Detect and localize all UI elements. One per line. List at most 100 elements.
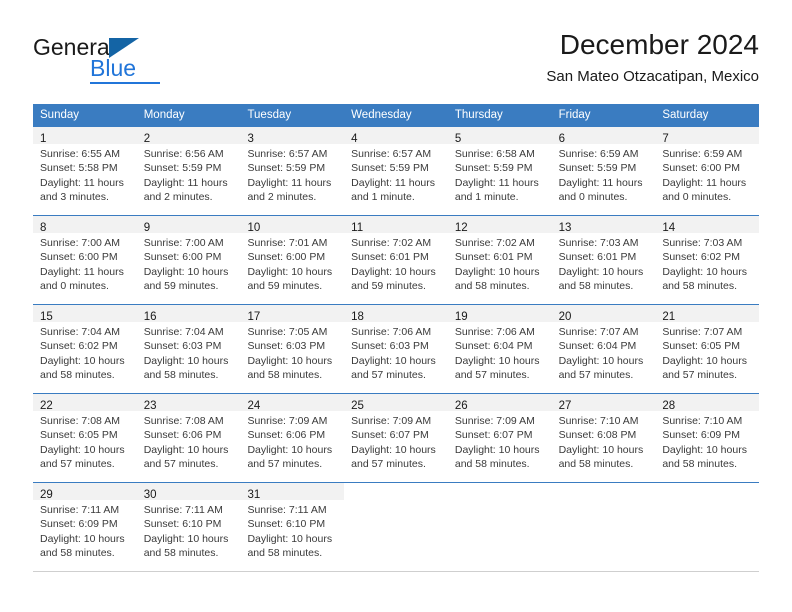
daylight-text-line1: Daylight: 11 hours xyxy=(40,265,124,278)
day-details: Sunrise: 7:09 AM Sunset: 6:07 PM Dayligh… xyxy=(448,411,552,471)
day-details: Sunrise: 7:04 AM Sunset: 6:03 PM Dayligh… xyxy=(137,322,241,382)
day-cell[interactable]: 12 Sunrise: 7:02 AM Sunset: 6:01 PM Dayl… xyxy=(447,216,552,304)
day-cell[interactable]: 6 Sunrise: 6:59 AM Sunset: 5:59 PM Dayli… xyxy=(551,127,656,215)
day-number: 5 xyxy=(454,133,462,145)
day-cell[interactable]: 10 Sunrise: 7:01 AM Sunset: 6:00 PM Dayl… xyxy=(240,216,345,304)
day-number-band: 17 xyxy=(240,305,345,323)
sunset-text: Sunset: 6:10 PM xyxy=(143,518,222,531)
day-number-band: 13 xyxy=(551,216,656,234)
day-number-band: 24 xyxy=(240,394,345,412)
day-number: 18 xyxy=(351,311,364,323)
day-cell[interactable]: 13 Sunrise: 7:03 AM Sunset: 6:01 PM Dayl… xyxy=(551,216,656,304)
day-number: 31 xyxy=(247,489,261,501)
day-number: 7 xyxy=(662,133,669,145)
day-cell[interactable]: 25 Sunrise: 7:09 AM Sunset: 6:07 PM Dayl… xyxy=(344,394,448,482)
daylight-text-line2: and 59 minutes. xyxy=(143,279,219,292)
daylight-text-line2: and 58 minutes. xyxy=(558,457,634,470)
general-blue-logo[interactable]: General Blue xyxy=(33,34,253,92)
day-number: 8 xyxy=(40,222,47,234)
day-number-band: 20 xyxy=(551,305,656,323)
daylight-text-line2: and 59 minutes. xyxy=(247,279,323,292)
sunset-text: Sunset: 6:08 PM xyxy=(558,429,637,442)
day-cell[interactable]: 9 Sunrise: 7:00 AM Sunset: 6:00 PM Dayli… xyxy=(136,216,241,304)
day-cell[interactable]: 17 Sunrise: 7:05 AM Sunset: 6:03 PM Dayl… xyxy=(240,305,345,393)
day-cell[interactable]: 27 Sunrise: 7:10 AM Sunset: 6:08 PM Dayl… xyxy=(551,394,656,482)
day-cell[interactable]: 14 Sunrise: 7:03 AM Sunset: 6:02 PM Dayl… xyxy=(655,216,760,304)
day-cell[interactable]: 20 Sunrise: 7:07 AM Sunset: 6:04 PM Dayl… xyxy=(551,305,656,393)
daylight-text-line1: Daylight: 10 hours xyxy=(454,443,540,456)
sunrise-text: Sunrise: 7:10 AM xyxy=(558,415,639,427)
day-cell[interactable]: 26 Sunrise: 7:09 AM Sunset: 6:07 PM Dayl… xyxy=(447,394,552,482)
day-details: Sunrise: 6:58 AM Sunset: 5:59 PM Dayligh… xyxy=(448,144,552,204)
daylight-text-line2: and 57 minutes. xyxy=(351,368,426,381)
daylight-text-line2: and 58 minutes. xyxy=(662,279,738,292)
day-details: Sunrise: 7:11 AM Sunset: 6:09 PM Dayligh… xyxy=(33,500,137,560)
day-cell[interactable]: 11 Sunrise: 7:02 AM Sunset: 6:01 PM Dayl… xyxy=(344,216,448,304)
day-cell[interactable]: 8 Sunrise: 7:00 AM Sunset: 6:00 PM Dayli… xyxy=(33,216,137,304)
day-number-band: 30 xyxy=(136,483,241,501)
day-number: 28 xyxy=(662,400,676,412)
day-details: Sunrise: 6:57 AM Sunset: 5:59 PM Dayligh… xyxy=(344,144,448,204)
day-cell[interactable]: 22 Sunrise: 7:08 AM Sunset: 6:05 PM Dayl… xyxy=(33,394,137,482)
day-number: 10 xyxy=(247,222,261,234)
day-number-band: 9 xyxy=(136,216,241,234)
day-cell-empty xyxy=(655,483,759,571)
day-cell[interactable]: 5 Sunrise: 6:58 AM Sunset: 5:59 PM Dayli… xyxy=(447,127,552,215)
day-details: Sunrise: 7:06 AM Sunset: 6:03 PM Dayligh… xyxy=(344,322,448,382)
day-cell[interactable]: 19 Sunrise: 7:06 AM Sunset: 6:04 PM Dayl… xyxy=(447,305,552,393)
daylight-text-line1: Daylight: 10 hours xyxy=(454,265,540,278)
sunset-text: Sunset: 6:03 PM xyxy=(247,340,326,353)
day-cell[interactable]: 29 Sunrise: 7:11 AM Sunset: 6:09 PM Dayl… xyxy=(33,483,137,571)
sunset-text: Sunset: 6:04 PM xyxy=(454,340,533,353)
day-cell[interactable]: 4 Sunrise: 6:57 AM Sunset: 5:59 PM Dayli… xyxy=(344,127,448,215)
daylight-text-line2: and 57 minutes. xyxy=(454,368,530,381)
day-number-band: 31 xyxy=(240,483,345,501)
day-number-band: 14 xyxy=(655,216,760,234)
daylight-text-line1: Daylight: 10 hours xyxy=(662,354,747,367)
sunrise-text: Sunrise: 6:55 AM xyxy=(40,148,120,160)
daylight-text-line2: and 58 minutes. xyxy=(40,368,115,381)
day-cell[interactable]: 18 Sunrise: 7:06 AM Sunset: 6:03 PM Dayl… xyxy=(344,305,448,393)
day-cell[interactable]: 15 Sunrise: 7:04 AM Sunset: 6:02 PM Dayl… xyxy=(33,305,137,393)
weekday-wednesday: Wednesday xyxy=(351,109,412,121)
day-cell[interactable]: 16 Sunrise: 7:04 AM Sunset: 6:03 PM Dayl… xyxy=(136,305,241,393)
day-details: Sunrise: 7:08 AM Sunset: 6:05 PM Dayligh… xyxy=(33,411,137,471)
day-cell[interactable]: 24 Sunrise: 7:09 AM Sunset: 6:06 PM Dayl… xyxy=(240,394,345,482)
day-number: 12 xyxy=(454,222,468,234)
day-details: Sunrise: 7:10 AM Sunset: 6:09 PM Dayligh… xyxy=(655,411,759,471)
day-cell[interactable]: 7 Sunrise: 6:59 AM Sunset: 6:00 PM Dayli… xyxy=(655,127,760,215)
sunrise-text: Sunrise: 7:06 AM xyxy=(454,326,535,338)
daylight-text-line2: and 57 minutes. xyxy=(247,457,323,470)
day-cell[interactable]: 1 Sunrise: 6:55 AM Sunset: 5:58 PM Dayli… xyxy=(33,127,137,215)
day-cell[interactable]: 30 Sunrise: 7:11 AM Sunset: 6:10 PM Dayl… xyxy=(136,483,241,571)
day-number-band: 7 xyxy=(655,127,760,145)
daylight-text-line2: and 57 minutes. xyxy=(351,457,426,470)
sunset-text: Sunset: 6:04 PM xyxy=(558,340,637,353)
day-cell[interactable]: 23 Sunrise: 7:08 AM Sunset: 6:06 PM Dayl… xyxy=(136,394,241,482)
sunrise-text: Sunrise: 7:02 AM xyxy=(454,237,535,249)
daylight-text-line1: Daylight: 10 hours xyxy=(143,443,229,456)
day-cell[interactable]: 28 Sunrise: 7:10 AM Sunset: 6:09 PM Dayl… xyxy=(655,394,760,482)
day-cell-empty xyxy=(448,483,552,571)
day-number: 17 xyxy=(247,311,261,323)
weekday-tuesday: Tuesday xyxy=(247,109,292,121)
day-cell[interactable]: 2 Sunrise: 6:56 AM Sunset: 5:59 PM Dayli… xyxy=(136,127,241,215)
sunset-text: Sunset: 6:01 PM xyxy=(558,251,637,264)
week-row: 8 Sunrise: 7:00 AM Sunset: 6:00 PM Dayli… xyxy=(33,215,760,304)
day-cell[interactable]: 3 Sunrise: 6:57 AM Sunset: 5:59 PM Dayli… xyxy=(240,127,345,215)
sunset-text: Sunset: 5:59 PM xyxy=(454,162,533,175)
sunrise-text: Sunrise: 7:10 AM xyxy=(662,415,743,427)
daylight-text-line2: and 58 minutes. xyxy=(247,546,323,559)
sunset-text: Sunset: 6:02 PM xyxy=(40,340,118,353)
daylight-text-line1: Daylight: 10 hours xyxy=(247,532,333,545)
sunrise-text: Sunrise: 6:57 AM xyxy=(247,148,328,160)
day-details: Sunrise: 7:09 AM Sunset: 6:06 PM Dayligh… xyxy=(240,411,344,471)
day-number-band xyxy=(655,483,759,500)
day-number-band: 3 xyxy=(240,127,345,145)
sunset-text: Sunset: 6:07 PM xyxy=(454,429,533,442)
daylight-text-line1: Daylight: 11 hours xyxy=(143,176,228,189)
sunrise-text: Sunrise: 7:05 AM xyxy=(247,326,328,338)
sunset-text: Sunset: 5:59 PM xyxy=(351,162,429,175)
day-cell[interactable]: 31 Sunrise: 7:11 AM Sunset: 6:10 PM Dayl… xyxy=(240,483,345,571)
day-cell[interactable]: 21 Sunrise: 7:07 AM Sunset: 6:05 PM Dayl… xyxy=(655,305,760,393)
